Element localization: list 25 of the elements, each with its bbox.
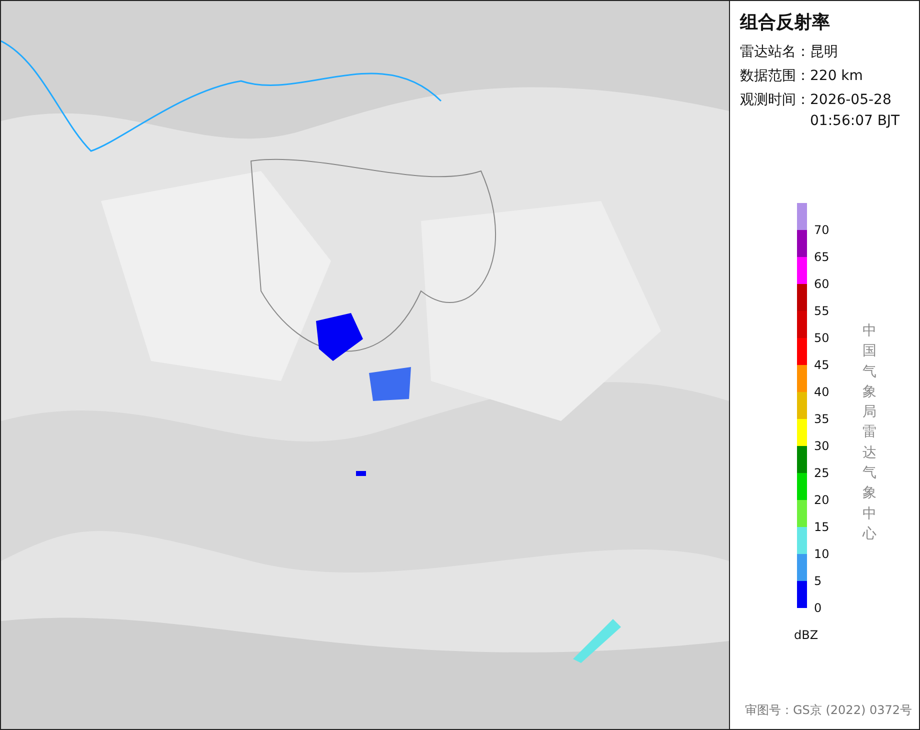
legend-label: 5 (814, 575, 822, 587)
legend-label: 45 (814, 359, 830, 371)
field-label: 观测时间： (740, 91, 810, 110)
legend-label: 65 (814, 251, 830, 263)
legend-label: 70 (814, 224, 830, 236)
field-value: 220 km (810, 67, 863, 86)
legend-label: 30 (814, 440, 830, 452)
legend-label: 25 (814, 467, 830, 479)
field-value: 昆明 (810, 43, 838, 62)
panel-title: 组合反射率 (740, 11, 831, 35)
field-value: 2026-05-28 01:56:07 BJT (810, 91, 900, 131)
legend-unit: dBZ (794, 627, 820, 644)
field-label: 雷达站名： (740, 43, 810, 62)
legend-label: 15 (814, 521, 830, 533)
credit-text: 中国气象局雷达气象中心 (862, 322, 876, 544)
approval-number: 审图号：GS京 (2022) 0372号 (745, 702, 913, 719)
legend-label: 40 (814, 386, 830, 398)
legend-label: 0 (814, 602, 822, 614)
legend-label: 20 (814, 494, 830, 506)
legend-label: 35 (814, 413, 830, 425)
legend-label: 10 (814, 548, 830, 560)
legend-label: 60 (814, 278, 830, 290)
field-label: 数据范围： (740, 67, 810, 86)
legend-label: 50 (814, 332, 830, 344)
legend-label: 55 (814, 305, 830, 317)
